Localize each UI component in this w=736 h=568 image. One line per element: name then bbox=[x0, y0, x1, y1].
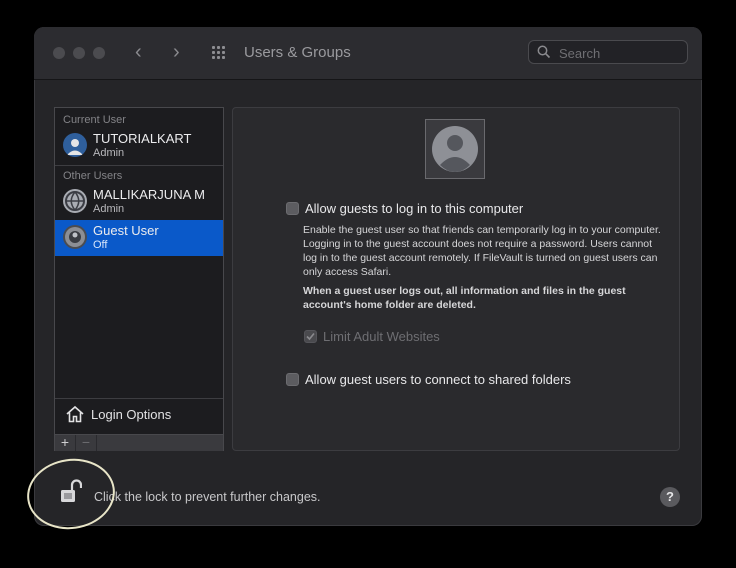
shared-folders-label: Allow guest users to connect to shared f… bbox=[305, 372, 571, 387]
users-groups-window: ‹ › Users & Groups Current User TUTORIAL… bbox=[34, 27, 702, 526]
user-name: TUTORIALKART bbox=[93, 131, 192, 146]
help-button[interactable]: ? bbox=[660, 487, 680, 507]
checkmark-icon bbox=[306, 332, 315, 341]
user-photo-icon bbox=[63, 133, 87, 157]
allow-guests-label: Allow guests to log in to this computer bbox=[305, 201, 524, 216]
user-row-guest[interactable]: Guest User Off bbox=[55, 220, 223, 256]
users-sidebar: Current User TUTORIALKART Admin Other Us… bbox=[54, 107, 224, 451]
guest-user-icon bbox=[63, 225, 87, 249]
shared-folders-checkbox[interactable] bbox=[286, 373, 299, 386]
guest-warning: When a guest user logs out, all informat… bbox=[303, 285, 626, 311]
show-all-grid-icon[interactable] bbox=[212, 46, 226, 60]
guest-settings-panel: Allow guests to log in to this computer … bbox=[232, 107, 680, 451]
current-user-label: Current User bbox=[63, 114, 126, 126]
limit-adult-label: Limit Adult Websites bbox=[323, 329, 440, 344]
back-chevron-icon[interactable]: ‹ bbox=[135, 41, 142, 64]
user-role: Admin bbox=[93, 203, 125, 215]
search-icon bbox=[537, 45, 551, 59]
search-field[interactable] bbox=[528, 40, 688, 64]
close-window-button[interactable] bbox=[53, 47, 65, 59]
guest-avatar-icon bbox=[425, 119, 485, 179]
remove-user-button[interactable]: − bbox=[76, 435, 97, 451]
user-name: Guest User bbox=[93, 223, 159, 238]
login-options-label: Login Options bbox=[91, 407, 172, 422]
section-divider bbox=[55, 165, 223, 166]
user-role: Off bbox=[93, 239, 108, 251]
user-role: Admin bbox=[93, 147, 125, 159]
user-row-tutorialkart[interactable]: TUTORIALKART Admin bbox=[55, 128, 223, 164]
titlebar: ‹ › Users & Groups bbox=[34, 27, 702, 80]
user-name: MALLIKARJUNA M bbox=[93, 187, 205, 202]
add-user-button[interactable]: + bbox=[55, 435, 76, 451]
allow-guests-checkbox[interactable] bbox=[286, 202, 299, 215]
user-row-mallikarjuna[interactable]: MALLIKARJUNA M Admin bbox=[55, 184, 223, 220]
zoom-window-button[interactable] bbox=[93, 47, 105, 59]
login-options-item[interactable]: Login Options bbox=[55, 398, 223, 429]
house-icon bbox=[66, 405, 84, 423]
window-title: Users & Groups bbox=[244, 44, 351, 61]
minimize-window-button[interactable] bbox=[73, 47, 85, 59]
other-users-label: Other Users bbox=[63, 170, 123, 182]
forward-chevron-icon[interactable]: › bbox=[173, 41, 180, 64]
limit-adult-checkbox[interactable] bbox=[304, 330, 317, 343]
search-input[interactable] bbox=[557, 44, 687, 62]
globe-user-icon bbox=[63, 189, 87, 213]
add-remove-bar: + − bbox=[55, 434, 223, 451]
guest-description: Enable the guest user so that friends ca… bbox=[303, 224, 661, 278]
lock-status-text: Click the lock to prevent further change… bbox=[94, 490, 321, 504]
